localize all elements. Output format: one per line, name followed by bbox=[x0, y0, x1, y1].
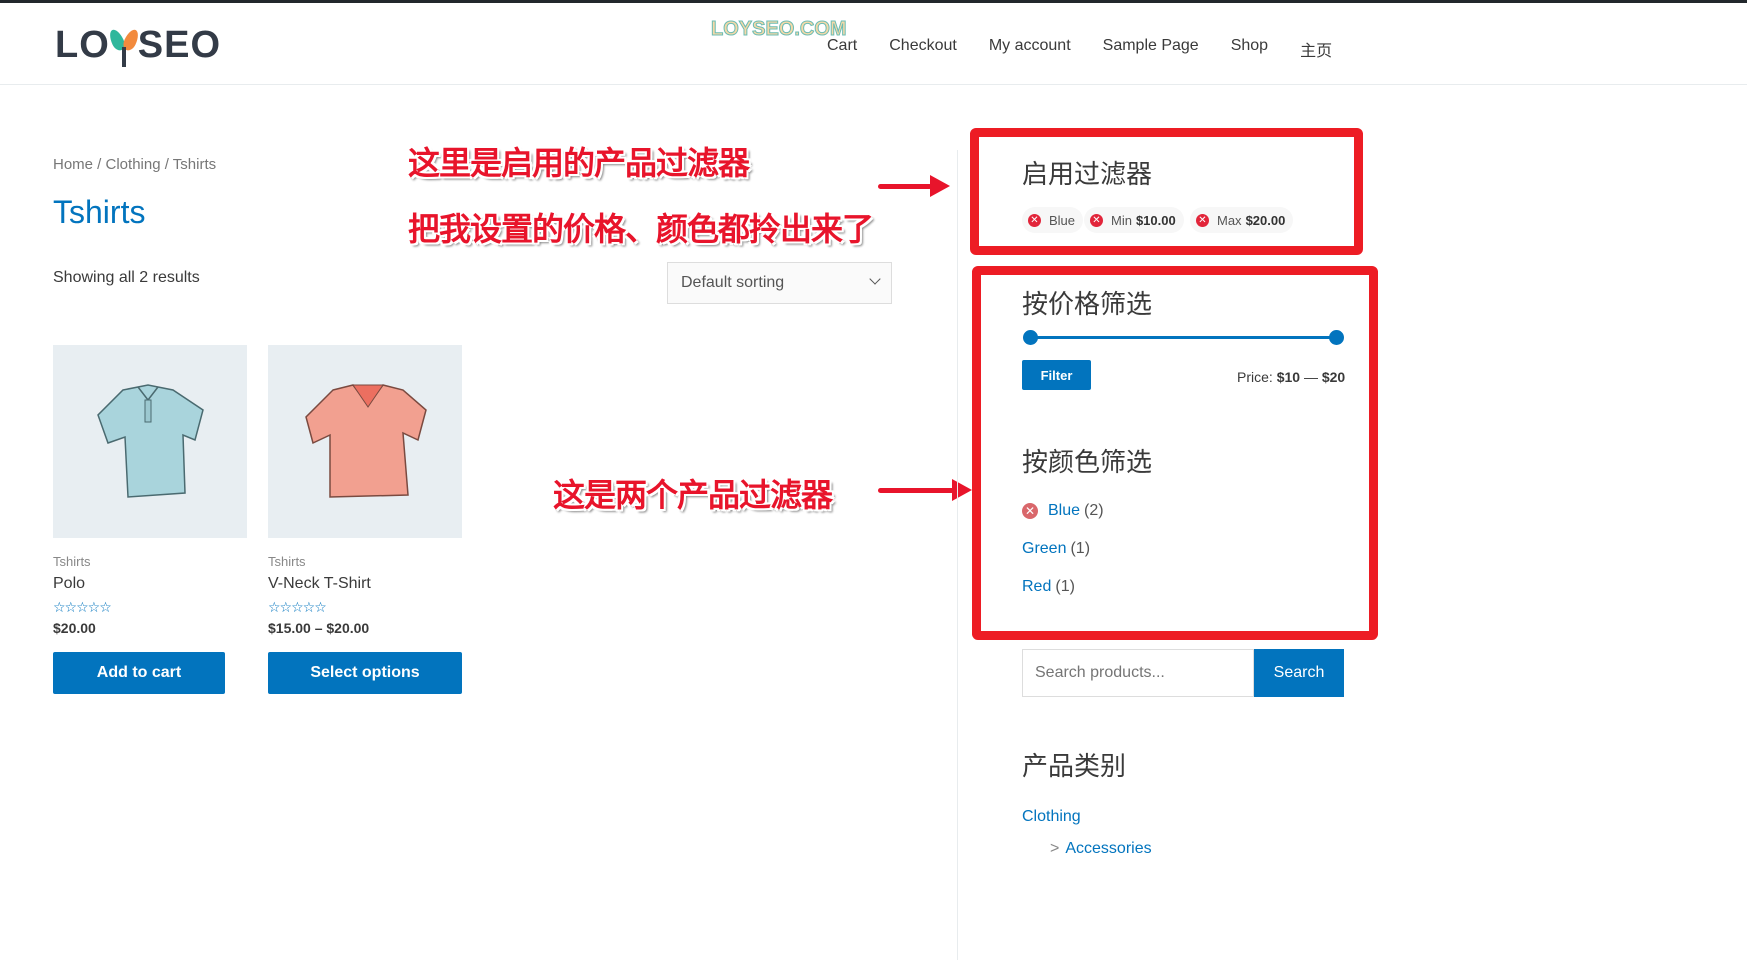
vneck-tshirt-icon bbox=[305, 384, 427, 498]
price-max: $20 bbox=[1321, 369, 1346, 385]
star-rating: ☆☆☆☆☆ bbox=[268, 599, 327, 615]
color-label: Blue bbox=[1048, 502, 1081, 519]
chip-value: $10.00 bbox=[1135, 212, 1176, 228]
site-header: LO SEO LOYSEO.COM Cart Checkout My accou… bbox=[0, 3, 1747, 85]
arrow-icon bbox=[878, 175, 950, 197]
nav-cart[interactable]: Cart bbox=[827, 37, 857, 61]
breadcrumb[interactable]: Home / Clothing / Tshirts bbox=[53, 156, 216, 173]
color-count: (2) bbox=[1084, 502, 1104, 519]
product-category[interactable]: Tshirts bbox=[268, 554, 462, 569]
price-filter-title: 按价格筛选 bbox=[1022, 290, 1153, 320]
remove-icon: ✕ bbox=[1196, 213, 1209, 227]
color-count: (1) bbox=[1070, 540, 1091, 557]
chevron-right-icon: > bbox=[1050, 840, 1060, 857]
nav-home[interactable]: 主页 bbox=[1300, 37, 1332, 61]
search-button[interactable]: Search bbox=[1254, 649, 1344, 697]
active-filter-chip-min[interactable]: ✕ Min $10.00 bbox=[1084, 207, 1184, 233]
main-nav: Cart Checkout My account Sample Page Sho… bbox=[827, 37, 1364, 61]
price-slider-max-handle[interactable] bbox=[1329, 330, 1344, 345]
annotation-active-filters: 这里是启用的产品过滤器 bbox=[408, 144, 750, 182]
product-name[interactable]: Polo bbox=[53, 575, 247, 593]
color-label: Green bbox=[1022, 540, 1067, 557]
chip-value: $20.00 bbox=[1245, 212, 1286, 228]
page-title: Tshirts bbox=[53, 194, 146, 230]
logo-text-left: LO bbox=[55, 24, 110, 66]
product-category[interactable]: Tshirts bbox=[53, 554, 247, 569]
price-range-label: Price: $10 — $20 bbox=[1237, 369, 1345, 385]
price-min: $10 bbox=[1276, 369, 1301, 385]
polo-shirt-icon bbox=[97, 384, 204, 498]
color-label: Red bbox=[1022, 578, 1052, 595]
annotation-price-color: 把我设置的价格、颜色都拎出来了 bbox=[408, 210, 874, 248]
result-count: Showing all 2 results bbox=[53, 269, 200, 286]
nav-my-account[interactable]: My account bbox=[989, 37, 1071, 61]
remove-icon: ✕ bbox=[1090, 213, 1103, 227]
sidebar-divider bbox=[957, 150, 958, 960]
product-name[interactable]: V-Neck T-Shirt bbox=[268, 575, 462, 593]
categories-title: 产品类别 bbox=[1022, 752, 1127, 782]
remove-icon: ✕ bbox=[1022, 503, 1038, 519]
price-prefix: Price: bbox=[1237, 369, 1273, 385]
color-filter-blue[interactable]: ✕ Blue (2) bbox=[1022, 502, 1104, 520]
chip-label: Max bbox=[1217, 212, 1242, 228]
product-card: Tshirts Polo ☆☆☆☆☆ $20.00 Add to cart bbox=[53, 345, 247, 694]
sorting-value: Default sorting bbox=[681, 274, 785, 291]
nav-shop[interactable]: Shop bbox=[1231, 37, 1268, 61]
arrow-icon bbox=[878, 479, 972, 501]
product-price: $20.00 bbox=[53, 620, 96, 636]
category-label: Accessories bbox=[1065, 840, 1152, 857]
nav-checkout[interactable]: Checkout bbox=[889, 37, 957, 61]
nav-sample-page[interactable]: Sample Page bbox=[1103, 37, 1199, 61]
chip-label: Min bbox=[1111, 212, 1132, 228]
product-card: Tshirts V-Neck T-Shirt ☆☆☆☆☆ $15.00 – $2… bbox=[268, 345, 462, 694]
highlight-box-active-filters bbox=[970, 128, 1363, 255]
active-filters-title: 启用过滤器 bbox=[1022, 160, 1153, 190]
search-input[interactable] bbox=[1022, 649, 1254, 697]
color-filter-title: 按颜色筛选 bbox=[1022, 448, 1153, 478]
select-options-button[interactable]: Select options bbox=[268, 652, 462, 694]
color-filter-red[interactable]: Red (1) bbox=[1022, 578, 1075, 596]
active-filter-chip-max[interactable]: ✕ Max $20.00 bbox=[1190, 207, 1294, 233]
logo-leaf-icon bbox=[106, 27, 141, 67]
chip-label: Blue bbox=[1049, 212, 1076, 228]
price-slider-track[interactable] bbox=[1030, 336, 1337, 339]
logo-text-right: SEO bbox=[137, 24, 222, 66]
chevron-down-icon bbox=[869, 273, 881, 285]
remove-icon: ✕ bbox=[1028, 213, 1041, 227]
filter-button[interactable]: Filter bbox=[1022, 360, 1091, 390]
price-separator: — bbox=[1303, 369, 1318, 385]
star-rating: ☆☆☆☆☆ bbox=[53, 599, 112, 615]
color-count: (1) bbox=[1055, 578, 1075, 595]
category-accessories[interactable]: > Accessories bbox=[1050, 840, 1152, 858]
category-clothing[interactable]: Clothing bbox=[1022, 808, 1081, 826]
price-slider-min-handle[interactable] bbox=[1023, 330, 1038, 345]
active-filter-chip-blue[interactable]: ✕ Blue bbox=[1022, 207, 1084, 233]
product-price: $15.00 – $20.00 bbox=[268, 620, 370, 636]
product-image[interactable] bbox=[53, 345, 247, 538]
sorting-select[interactable]: Default sorting bbox=[667, 262, 892, 304]
add-to-cart-button[interactable]: Add to cart bbox=[53, 652, 225, 694]
product-image[interactable] bbox=[268, 345, 462, 538]
annotation-two-filters: 这是两个产品过滤器 bbox=[553, 476, 833, 514]
color-filter-green[interactable]: Green (1) bbox=[1022, 540, 1090, 558]
site-logo[interactable]: LO SEO bbox=[55, 23, 221, 67]
